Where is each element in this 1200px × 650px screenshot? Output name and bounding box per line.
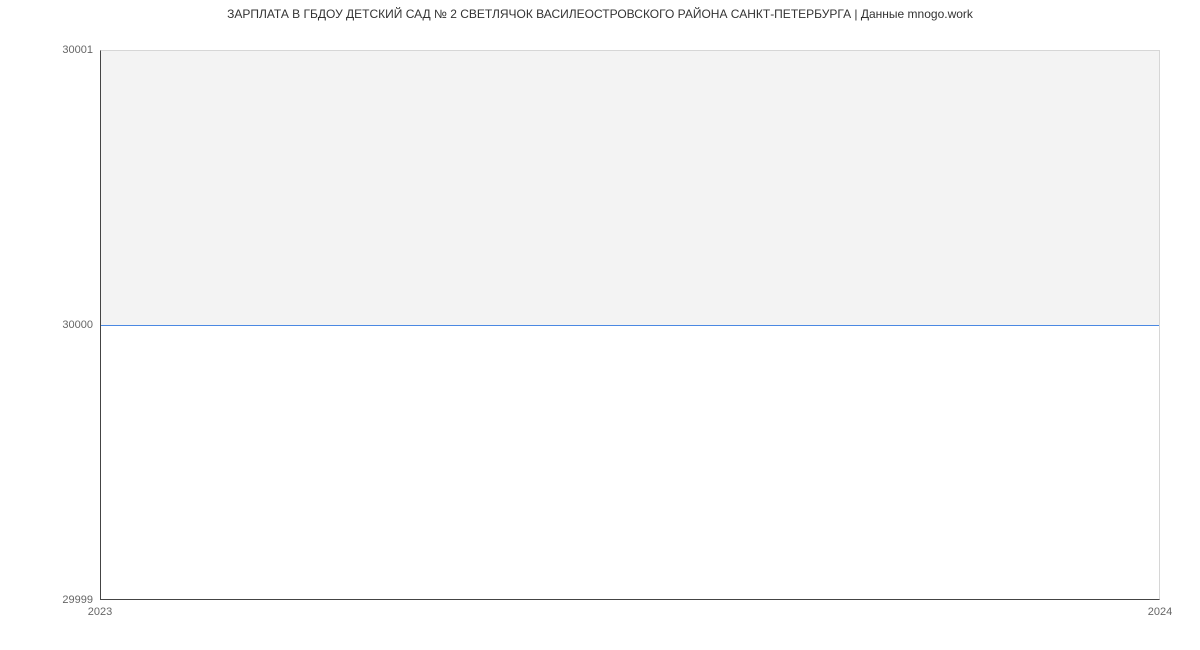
plot-wrapper: 30001 30000 29999 2023 2024	[100, 50, 1160, 600]
data-series-line	[101, 325, 1159, 326]
chart-container: ЗАРПЛАТА В ГБДОУ ДЕТСКИЙ САД № 2 СВЕТЛЯЧ…	[0, 0, 1200, 650]
plot-area	[100, 50, 1160, 600]
y-tick-label: 30000	[62, 319, 100, 331]
chart-title: ЗАРПЛАТА В ГБДОУ ДЕТСКИЙ САД № 2 СВЕТЛЯЧ…	[0, 0, 1200, 26]
x-tick-label: 2024	[1148, 600, 1172, 618]
x-tick-label: 2023	[88, 600, 112, 618]
y-tick-label: 30001	[62, 44, 100, 56]
plot-area-lower-bg	[101, 325, 1159, 599]
